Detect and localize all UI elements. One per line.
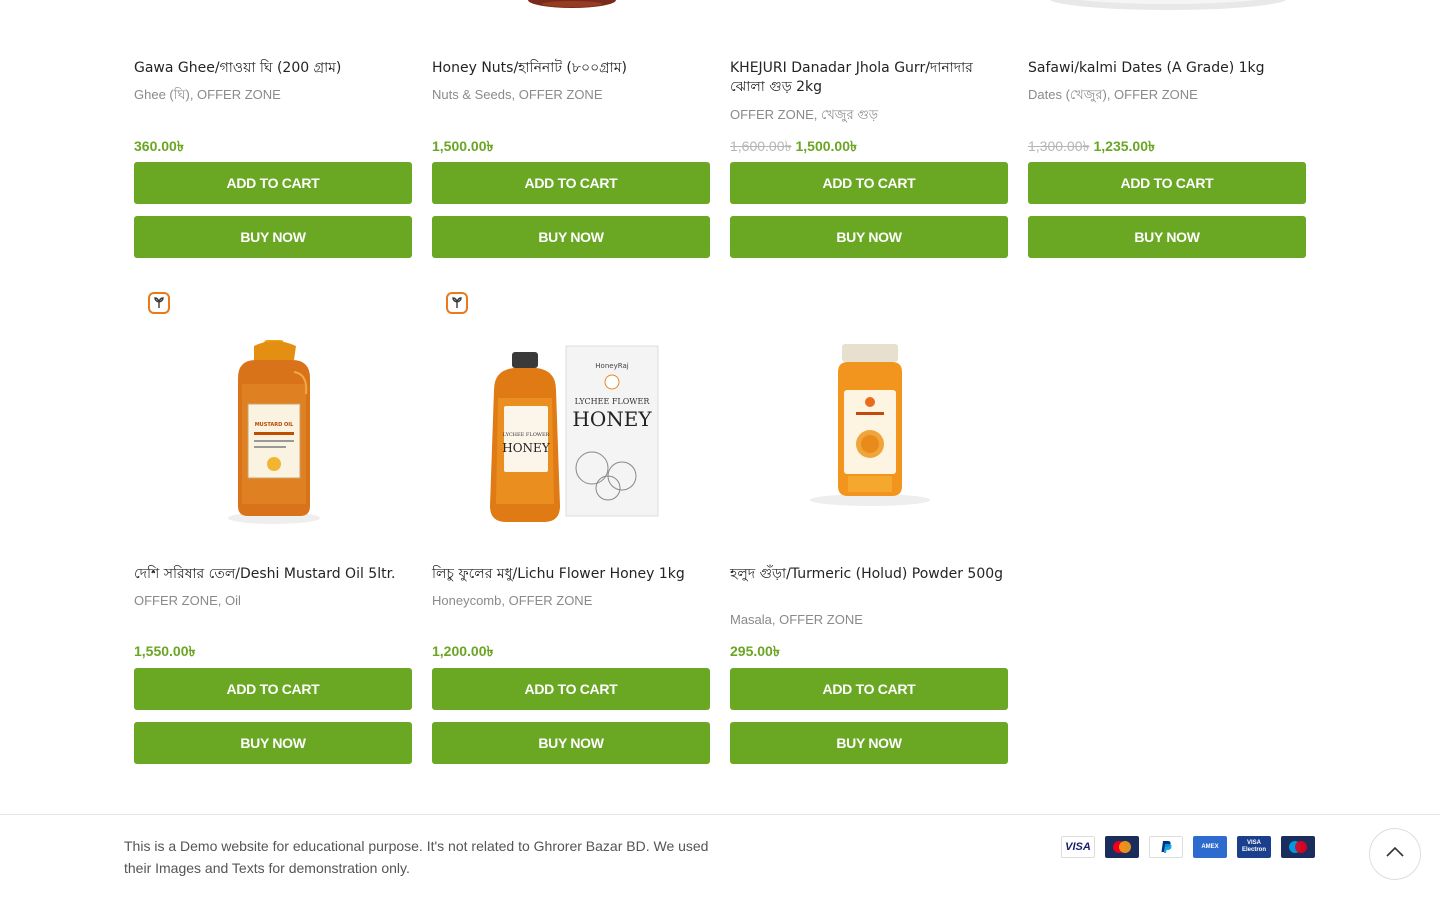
product-image[interactable]	[134, 0, 412, 40]
product-image[interactable]	[1028, 0, 1306, 40]
product-categories[interactable]: Masala, OFFER ZONE	[730, 611, 1008, 629]
product-price: 1,500.00৳	[432, 135, 710, 159]
bottle-honey-text: HONEY	[502, 441, 551, 455]
buy-now-button[interactable]: BUY NOW	[1028, 216, 1306, 258]
product-title[interactable]: Safawi/kalmi Dates (A Grade) 1kg	[1028, 59, 1306, 78]
current-price: 1,235.00৳	[1093, 138, 1155, 154]
visa-electron-icon: VISA Electron	[1237, 836, 1271, 858]
current-price: 360.00৳	[134, 138, 184, 154]
product-categories[interactable]: Honeycomb, OFFER ZONE	[432, 592, 710, 610]
product-title[interactable]: Honey Nuts/হানিনাট (৮০০গ্রাম)	[432, 59, 710, 78]
old-price: 1,600.00৳	[730, 138, 792, 154]
old-price: 1,300.00৳	[1028, 138, 1090, 154]
current-price: 1,200.00৳	[432, 643, 494, 659]
product-categories[interactable]: Nuts & Seeds, OFFER ZONE	[432, 86, 710, 104]
product-title[interactable]: দেশি সরিষার তেল/Deshi Mustard Oil 5ltr.	[134, 565, 412, 584]
product-price: 1,300.00৳ 1,235.00৳	[1028, 135, 1306, 159]
product-categories[interactable]: Dates (খেজুর), OFFER ZONE	[1028, 86, 1306, 104]
product-price: 1,550.00৳	[134, 640, 412, 664]
chevron-up-icon	[1385, 845, 1405, 863]
product-price: 295.00৳	[730, 640, 1008, 664]
add-to-cart-button[interactable]: ADD TO CART	[134, 162, 412, 204]
product-categories[interactable]: OFFER ZONE, Oil	[134, 592, 412, 610]
product-price: 1,600.00৳ 1,500.00৳	[730, 135, 1008, 159]
scroll-to-top-button[interactable]	[1369, 828, 1421, 880]
product-image[interactable]: MUSTARD OIL	[134, 278, 412, 540]
product-image[interactable]	[730, 0, 1008, 40]
add-to-cart-button[interactable]: ADD TO CART	[730, 668, 1008, 710]
buy-now-button[interactable]: BUY NOW	[730, 722, 1008, 764]
current-price: 295.00৳	[730, 643, 780, 659]
product-categories[interactable]: Ghee (ঘি), OFFER ZONE	[134, 86, 412, 104]
dates-plate-image	[1049, 0, 1287, 10]
honey-nuts-jar-image	[528, 0, 616, 8]
current-price: 1,500.00৳	[795, 138, 857, 154]
mustard-oil-bottle-image: MUSTARD OIL	[228, 340, 320, 524]
add-to-cart-button[interactable]: ADD TO CART	[730, 162, 1008, 204]
product-categories[interactable]: OFFER ZONE, খেজুর গুড়	[730, 106, 1008, 124]
add-to-cart-button[interactable]: ADD TO CART	[432, 668, 710, 710]
add-to-cart-button[interactable]: ADD TO CART	[134, 668, 412, 710]
buy-now-button[interactable]: BUY NOW	[134, 216, 412, 258]
site-footer: This is a Demo website for educational p…	[0, 814, 1440, 900]
product-title[interactable]: লিচু ফুলের মধু/Lichu Flower Honey 1kg	[432, 565, 710, 584]
turmeric-jar-image	[810, 344, 930, 506]
footer-disclaimer: This is a Demo website for educational p…	[124, 838, 709, 876]
box-label-text: LYCHEE FLOWER	[575, 397, 651, 406]
box-honey-text: HONEY	[572, 407, 652, 431]
buy-now-button[interactable]: BUY NOW	[134, 722, 412, 764]
buy-now-button[interactable]: BUY NOW	[730, 216, 1008, 258]
maestro-icon	[1281, 836, 1315, 858]
buy-now-button[interactable]: BUY NOW	[432, 216, 710, 258]
product-image[interactable]	[730, 278, 1008, 540]
mastercard-icon	[1105, 836, 1139, 858]
buy-now-button[interactable]: BUY NOW	[432, 722, 710, 764]
product-image[interactable]: HoneyRaj LYCHEE FLOWER HONEY LYCHEE FLOW…	[432, 278, 710, 540]
add-to-cart-button[interactable]: ADD TO CART	[1028, 162, 1306, 204]
product-title[interactable]: KHEJURI Danadar Jhola Gurr/দানাদার ঝোলা …	[730, 59, 1008, 97]
box-brand-text: HoneyRaj	[595, 362, 628, 370]
leaf-badge-icon	[148, 292, 170, 314]
product-title[interactable]: Gawa Ghee/গাওয়া ঘি (200 গ্রাম)	[134, 59, 412, 78]
lychee-honey-image: HoneyRaj LYCHEE FLOWER HONEY LYCHEE FLOW…	[490, 345, 659, 522]
leaf-badge-icon	[446, 292, 468, 314]
payment-methods: VISA AMEX VISA Electron	[1061, 836, 1315, 858]
paypal-icon	[1149, 836, 1183, 858]
american-express-icon: AMEX	[1193, 836, 1227, 858]
visa-icon: VISA	[1061, 836, 1095, 858]
product-image[interactable]	[432, 0, 710, 40]
bottle-label-text: LYCHEE FLOWER	[503, 432, 550, 438]
add-to-cart-button[interactable]: ADD TO CART	[432, 162, 710, 204]
product-title[interactable]: হলুদ গুঁড়া/Turmeric (Holud) Powder 500g	[730, 565, 1008, 584]
product-price: 1,200.00৳	[432, 640, 710, 664]
bottle-label-text: MUSTARD OIL	[255, 422, 294, 428]
current-price: 1,550.00৳	[134, 643, 196, 659]
product-price: 360.00৳	[134, 135, 412, 159]
current-price: 1,500.00৳	[432, 138, 494, 154]
